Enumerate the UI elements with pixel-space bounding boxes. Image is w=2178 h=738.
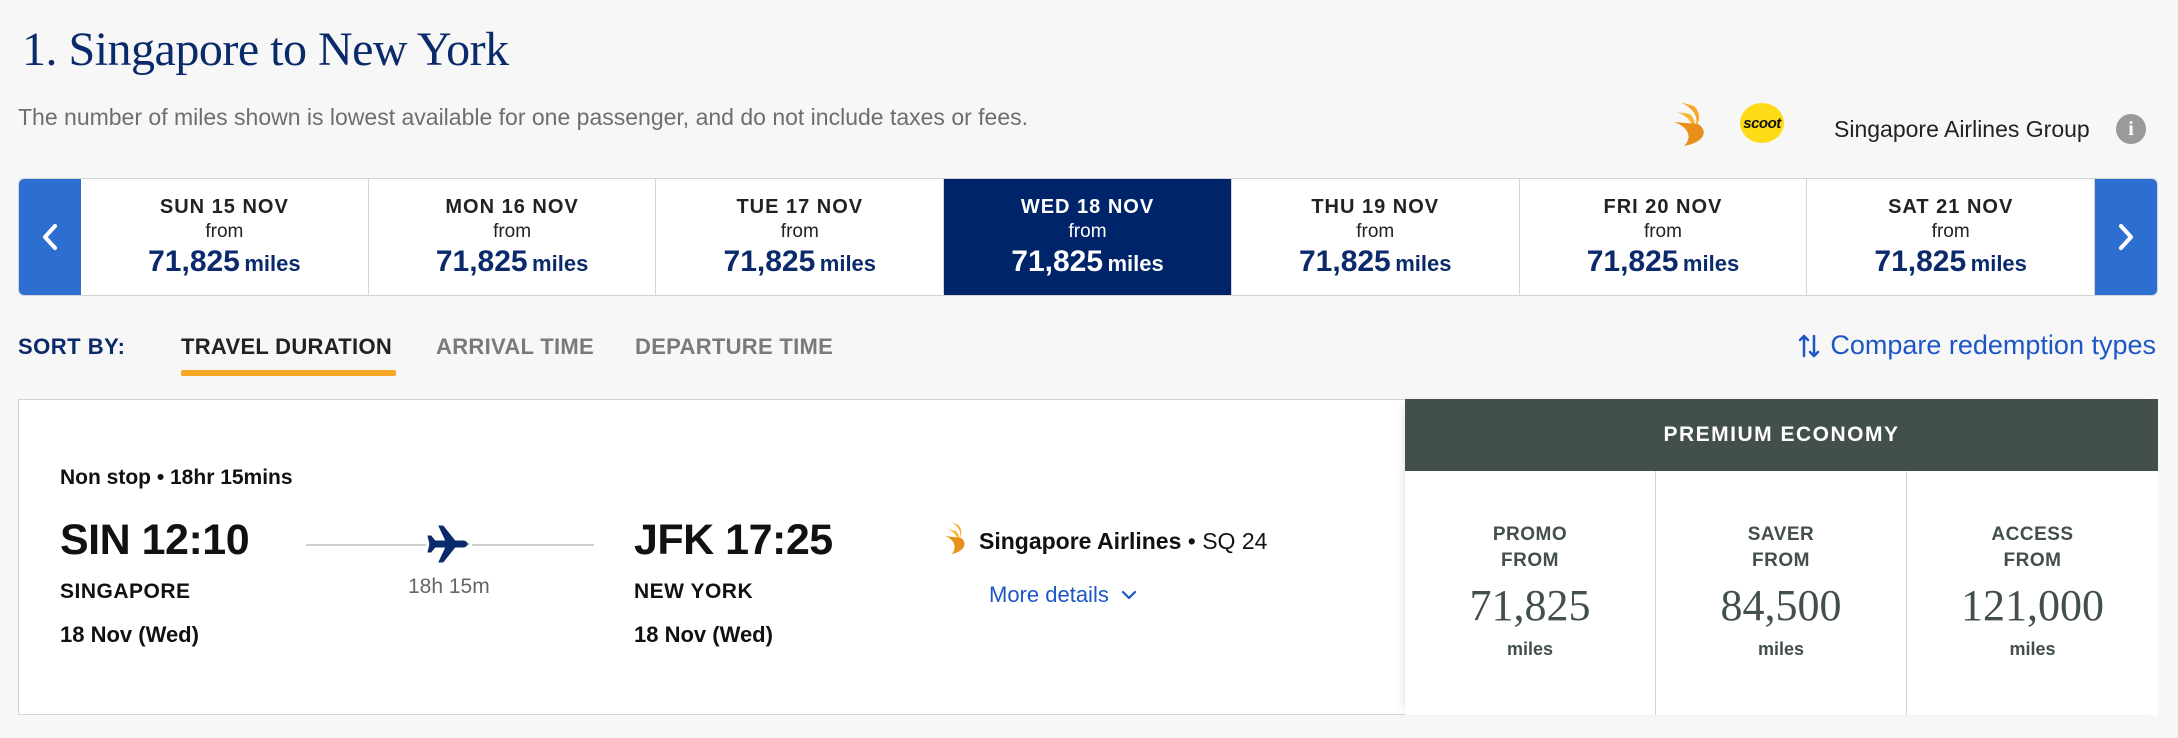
more-details-label: More details	[989, 582, 1109, 607]
date-label: SAT 21 NOV	[1888, 195, 2014, 218]
fare-option-access[interactable]: ACCESS FROM 121,000 miles	[1907, 471, 2158, 715]
date-label: SUN 15 NOV	[159, 195, 289, 218]
arrival-city: NEW YORK	[634, 580, 754, 603]
fare-name: PROMO	[1492, 524, 1568, 545]
date-miles-value: 71,825	[1298, 244, 1391, 278]
active-tab-underline	[181, 370, 396, 376]
fare-option-saver[interactable]: SAVER FROM 84,500 miles	[1656, 471, 1907, 715]
date-miles-unit: miles	[532, 250, 589, 276]
previous-dates-button[interactable]	[19, 179, 81, 295]
date-cell-wed-18-nov-selected[interactable]: WED 18 NOV from 71,825 miles	[944, 179, 1232, 295]
fare-name: ACCESS	[1991, 524, 2074, 545]
chevron-left-icon	[43, 224, 57, 250]
date-miles-value: 71,825	[1011, 244, 1104, 278]
date-miles-unit: miles	[1395, 250, 1452, 276]
date-miles-value: 71,825	[1586, 244, 1679, 278]
date-from-label: from	[1643, 220, 1682, 242]
date-miles-unit: miles	[1682, 250, 1740, 276]
date-miles-value: 71,825	[1874, 244, 1967, 278]
date-cell-thu-19-nov[interactable]: THU 19 NOV from 71,825 miles	[1232, 179, 1520, 295]
cabin-class-header: PREMIUM ECONOMY	[1405, 399, 2158, 471]
compare-redemption-types-link[interactable]: Compare redemption types	[1798, 330, 2156, 361]
date-miles-unit: miles	[1107, 250, 1164, 276]
fare-name: SAVER	[1747, 524, 1815, 545]
date-miles-value: 71,825	[435, 244, 528, 278]
fare-panel: PREMIUM ECONOMY PROMO FROM 71,825 miles S…	[1405, 399, 2158, 715]
sort-tab-travel-duration[interactable]: TRAVEL DURATION	[181, 334, 392, 360]
singapore-airlines-logo	[1674, 102, 1704, 146]
carrier-name: Singapore Airlines	[979, 528, 1182, 554]
date-miles-value: 71,825	[723, 244, 816, 278]
date-cell-sun-15-nov[interactable]: SUN 15 NOV from 71,825 miles	[81, 179, 369, 295]
more-details-link[interactable]: More details	[989, 582, 1137, 608]
date-cell-mon-16-nov[interactable]: MON 16 NOV from 71,825 miles	[369, 179, 657, 295]
date-from-label: from	[780, 220, 819, 242]
flight-duration: 18h 15m	[408, 575, 490, 598]
fare-from-label: FROM	[1752, 550, 1810, 571]
sort-tab-arrival-time[interactable]: ARRIVAL TIME	[436, 334, 594, 360]
departure-city: SINGAPORE	[60, 580, 191, 603]
departure-date: 18 Nov (Wed)	[60, 622, 199, 647]
date-cell-tue-17-nov[interactable]: TUE 17 NOV from 71,825 miles	[656, 179, 945, 295]
fare-miles-value: 71,825	[1469, 581, 1591, 630]
fare-from-label: FROM	[2003, 550, 2062, 571]
date-label: TUE 17 NOV	[736, 195, 864, 218]
date-miles-value: 71,825	[148, 244, 240, 278]
airplane-icon	[426, 522, 472, 566]
date-cell-sat-21-nov[interactable]: SAT 21 NOV from 71,825 miles	[1807, 179, 2096, 295]
departure-code-time: SIN 12:10	[60, 516, 250, 564]
fare-option-promo[interactable]: PROMO FROM 71,825 miles	[1405, 471, 1656, 715]
date-from-label: from	[1068, 220, 1107, 242]
fare-miles-unit: miles	[1757, 639, 1805, 659]
date-miles-unit: miles	[819, 250, 877, 276]
miles-disclaimer: The number of miles shown is lowest avai…	[18, 104, 1029, 130]
fare-miles-value: 121,000	[1961, 581, 2104, 630]
airline-group-label: Singapore Airlines Group	[1834, 116, 2090, 142]
singapore-airlines-logo	[945, 521, 965, 554]
sort-arrows-icon	[1799, 334, 1820, 357]
next-dates-button[interactable]	[2095, 179, 2157, 295]
date-miles-unit: miles	[244, 250, 301, 276]
compare-link-label: Compare redemption types	[1830, 330, 2156, 360]
fare-from-label: FROM	[1501, 550, 1559, 571]
date-from-label: from	[205, 220, 244, 242]
date-selector-strip: SUN 15 NOV from 71,825 miles MON 16 NOV …	[18, 178, 2158, 296]
flight-stops-duration: Non stop • 18hr 15mins	[60, 466, 293, 489]
chevron-down-icon	[1121, 590, 1136, 600]
date-label: WED 18 NOV	[1020, 195, 1155, 218]
scoot-logo: scoot	[1740, 103, 1784, 143]
arrival-code-time: JFK 17:25	[634, 516, 833, 564]
sort-by-label: SORT BY:	[18, 334, 126, 359]
fare-miles-unit: miles	[2009, 639, 2056, 659]
date-cell-fri-20-nov[interactable]: FRI 20 NOV from 71,825 miles	[1520, 179, 1808, 295]
info-icon[interactable]: i	[2116, 114, 2146, 144]
arrival-date: 18 Nov (Wed)	[634, 622, 773, 647]
date-from-label: from	[1931, 220, 1970, 242]
date-label: MON 16 NOV	[445, 195, 579, 218]
page-title: 1. Singapore to New York	[22, 23, 509, 76]
fare-miles-unit: miles	[1506, 639, 1554, 659]
sort-tab-departure-time[interactable]: DEPARTURE TIME	[635, 334, 833, 360]
fare-miles-value: 84,500	[1720, 581, 1842, 630]
date-miles-unit: miles	[1970, 250, 2027, 276]
chevron-right-icon	[2119, 224, 2134, 250]
carrier-info: Singapore Airlines • SQ 24	[979, 528, 1267, 555]
date-from-label: from	[1356, 220, 1395, 242]
date-label: FRI 20 NOV	[1603, 195, 1723, 218]
flight-number: • SQ 24	[1181, 528, 1268, 554]
date-from-label: from	[493, 220, 532, 242]
date-label: THU 19 NOV	[1311, 195, 1440, 218]
